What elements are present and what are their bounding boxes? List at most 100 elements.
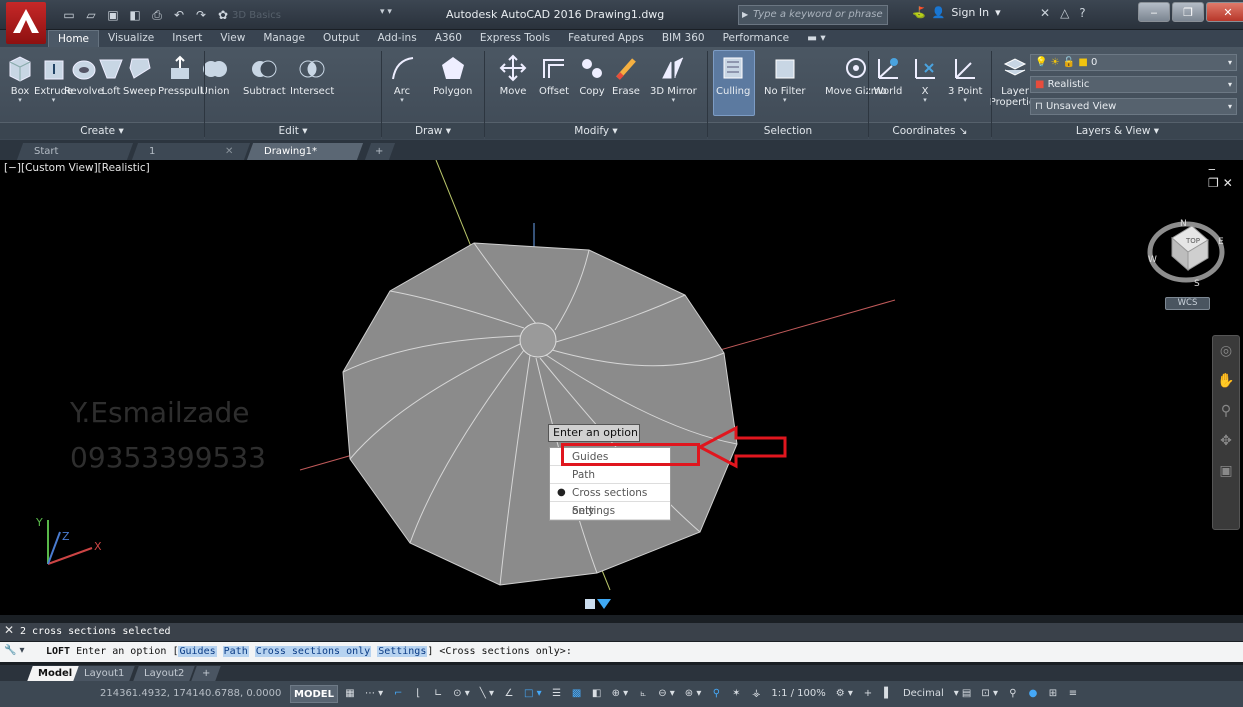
option-settings[interactable]: Settings: [550, 502, 670, 520]
zoom-icon[interactable]: ⚲: [1213, 396, 1239, 426]
lock-ui-icon[interactable]: ⊡ ▾: [978, 685, 1001, 703]
open-icon[interactable]: ▱: [82, 6, 100, 24]
a360-icon[interactable]: △: [1060, 6, 1069, 20]
selection-cycling-status-icon[interactable]: ◧: [589, 685, 605, 703]
tab-add-ins[interactable]: Add-ins: [369, 30, 426, 47]
layer-dropdown[interactable]: 💡 ☀ 🔓 ■ 0 ▾: [1030, 54, 1237, 71]
ucs-3-point-button[interactable]: 3 Point ▾: [948, 53, 982, 104]
tab-view[interactable]: View: [211, 30, 254, 47]
tab-a360[interactable]: A360: [426, 30, 471, 47]
grid-icon[interactable]: ▦: [342, 685, 358, 703]
erase-button[interactable]: Erase: [610, 53, 642, 97]
launcher-icon[interactable]: ↘: [959, 125, 968, 137]
clean-screen-icon[interactable]: ⊞: [1045, 685, 1061, 703]
minimize-button[interactable]: ‒: [1138, 2, 1170, 22]
doc-tab-start[interactable]: Start: [16, 143, 134, 160]
search-input[interactable]: Type a keyword or phrase: [738, 5, 888, 25]
selection-cycling-icon[interactable]: [585, 599, 611, 609]
tab-insert[interactable]: Insert: [163, 30, 211, 47]
tab-performance[interactable]: Performance: [714, 30, 799, 47]
polar-icon[interactable]: ⊙ ▾: [450, 685, 473, 703]
undo-icon[interactable]: ↶: [170, 6, 188, 24]
orbit-icon[interactable]: ✥: [1213, 426, 1239, 456]
sign-in-button[interactable]: ⛳ 👤 Sign In ▾: [912, 6, 1001, 19]
box-button[interactable]: Box ▾: [4, 53, 36, 104]
help-icon[interactable]: ?: [1079, 6, 1085, 20]
pan-icon[interactable]: ✋: [1213, 366, 1239, 396]
viewport-window-controls[interactable]: ‒❐✕: [1208, 162, 1243, 190]
isodraft-icon[interactable]: ╲ ▾: [477, 685, 497, 703]
option-cross-sections-only[interactable]: ● Cross sections only: [550, 484, 670, 517]
tab-bim-360[interactable]: BIM 360: [653, 30, 714, 47]
cmd-option-guides[interactable]: Guides: [178, 646, 217, 657]
tab-output[interactable]: Output: [314, 30, 368, 47]
panel-draw[interactable]: Draw ▾: [382, 122, 484, 139]
cmd-option-cross-sections-only[interactable]: Cross sections only: [254, 646, 372, 657]
cmd-option-path[interactable]: Path: [222, 646, 249, 657]
sweep-button[interactable]: Sweep: [123, 53, 156, 97]
application-menu-button[interactable]: [6, 2, 46, 44]
viewport-controls-label[interactable]: [−][Custom View][Realistic]: [4, 162, 150, 174]
doc-tab-1[interactable]: 1 ✕: [131, 143, 251, 160]
add-layout-button[interactable]: +: [191, 666, 222, 681]
tab-visualize[interactable]: Visualize: [99, 30, 163, 47]
customization-icon[interactable]: ≡: [1065, 685, 1081, 703]
culling-button[interactable]: Culling: [716, 53, 750, 97]
presspull-button[interactable]: Presspull: [158, 53, 203, 97]
layer-properties-button[interactable]: Layer Properties: [990, 53, 1040, 108]
named-view-dropdown[interactable]: ⊓ Unsaved View ▾: [1030, 98, 1237, 115]
dynamic-ucs-icon[interactable]: ⦜: [635, 685, 651, 703]
new-icon[interactable]: ▭: [60, 6, 78, 24]
tab-layout2[interactable]: Layout2: [133, 666, 196, 681]
close-icon[interactable]: ✕: [4, 623, 14, 637]
quick-properties-icon[interactable]: ▾ ▤: [951, 685, 975, 703]
wcs-menu[interactable]: WCS: [1165, 297, 1210, 310]
maximize-button[interactable]: ❐: [1172, 2, 1204, 22]
offset-button[interactable]: Offset: [538, 53, 570, 97]
annotation-scale-value[interactable]: 1:1 / 100%: [768, 685, 828, 703]
annotation-monitor-icon[interactable]: +: [860, 685, 876, 703]
workspace-selector[interactable]: 3D Basics: [230, 7, 390, 24]
selection-filter-icon[interactable]: ⊖ ▾: [655, 685, 678, 703]
wrench-icon[interactable]: 🔧: [4, 645, 16, 656]
panel-modify[interactable]: Modify ▾: [485, 122, 707, 139]
drawing-viewport[interactable]: Y X Z TOP N E S W [−][Custom View][Reali…: [0, 160, 1243, 615]
command-tools[interactable]: 🔧 ▾: [4, 645, 24, 656]
cmd-option-settings[interactable]: Settings: [377, 646, 428, 657]
gizmo-status-icon[interactable]: ⊛ ▾: [682, 685, 705, 703]
annotation-scale-icon[interactable]: ⚶: [748, 685, 764, 703]
binoculars-icon[interactable]: ⛳: [912, 6, 926, 19]
chevron-down-icon[interactable]: ▾ ▾: [380, 7, 392, 17]
new-tab-button[interactable]: +: [364, 143, 396, 160]
move-button[interactable]: Move: [497, 53, 529, 97]
panel-coordinates[interactable]: Coordinates ↘: [869, 122, 991, 139]
tab-layout1[interactable]: Layout1: [73, 666, 136, 681]
polygon-button[interactable]: Polygon: [433, 53, 472, 97]
ortho-icon[interactable]: ∟: [430, 685, 446, 703]
world-button[interactable]: World: [872, 53, 904, 97]
save-icon[interactable]: ▣: [104, 6, 122, 24]
transparency-icon[interactable]: ▩: [569, 685, 585, 703]
close-icon[interactable]: ✕: [225, 143, 233, 160]
isolate-objects-icon[interactable]: ⚲: [1005, 685, 1021, 703]
redo-icon[interactable]: ↷: [192, 6, 210, 24]
print-icon[interactable]: ⎙: [148, 6, 166, 24]
annotation-visibility-icon[interactable]: ⚲: [708, 685, 724, 703]
panel-layers-view[interactable]: Layers & View ▾: [992, 122, 1243, 139]
ribbon-toggle-icon[interactable]: ▬ ▾: [798, 30, 835, 47]
hardware-acceleration-icon[interactable]: ●: [1025, 685, 1041, 703]
close-button[interactable]: ✕: [1206, 2, 1243, 22]
save-as-icon[interactable]: ◧: [126, 6, 144, 24]
snap-icon[interactable]: ⋯ ▾: [362, 685, 386, 703]
navigation-bar[interactable]: ◎ ✋ ⚲ ✥ ▣: [1212, 335, 1240, 530]
visual-style-dropdown[interactable]: ■ Realistic ▾: [1030, 76, 1237, 93]
ucs-x-button[interactable]: X ▾: [909, 53, 941, 104]
dynamic-input-icon[interactable]: ⌊: [410, 685, 426, 703]
tab-express-tools[interactable]: Express Tools: [471, 30, 559, 47]
intersect-button[interactable]: Intersect: [290, 53, 334, 97]
doc-tab-drawing1[interactable]: Drawing1*✕: [246, 143, 364, 174]
option-path[interactable]: Path: [550, 466, 670, 484]
object-snap-tracking-icon[interactable]: ∠: [501, 685, 517, 703]
object-snap-icon[interactable]: □ ▾: [521, 685, 545, 703]
3d-osnap-icon[interactable]: ⊕ ▾: [609, 685, 632, 703]
